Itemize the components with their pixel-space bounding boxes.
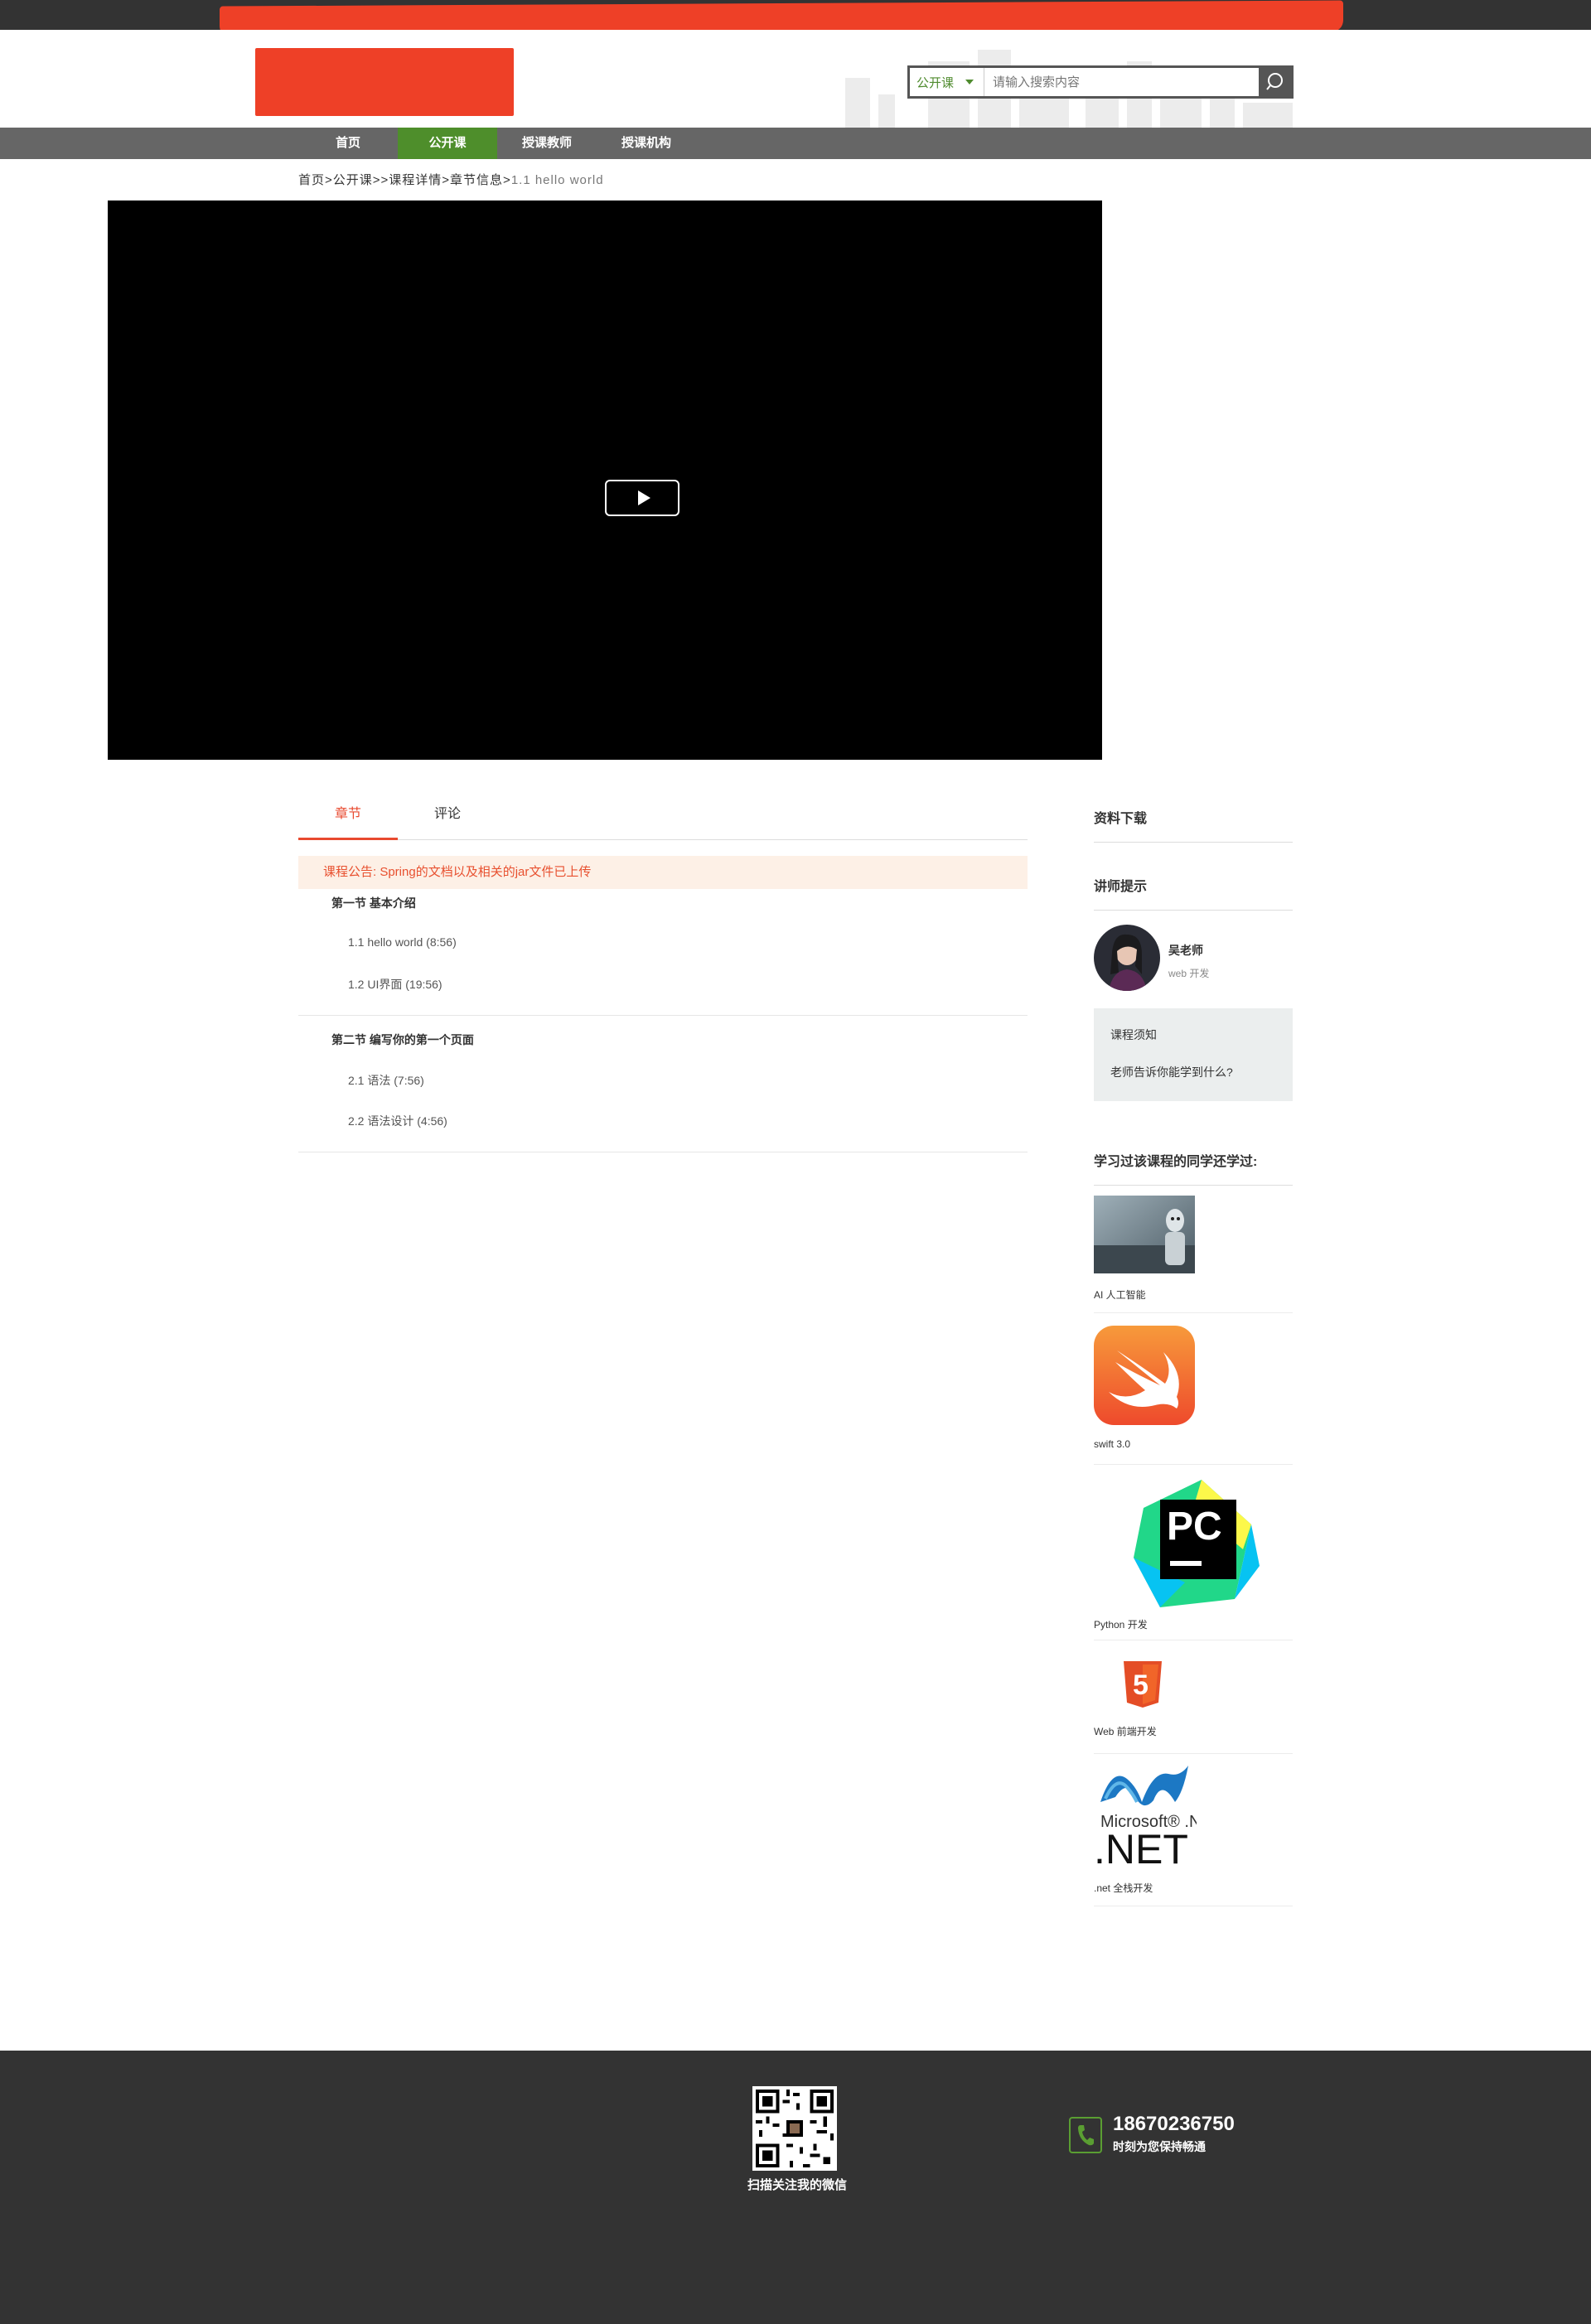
teacher-role: web 开发	[1168, 968, 1210, 979]
course-tips-box: 课程须知 老师告诉你能学到什么?	[1094, 1008, 1293, 1101]
robot-image	[1094, 1196, 1195, 1273]
contact-phone: 18670236750	[1113, 2113, 1235, 2135]
play-icon	[637, 490, 650, 505]
teacher-avatar[interactable]	[1094, 925, 1160, 991]
related-course-caption: swift 3.0	[1094, 1438, 1131, 1450]
related-course-card[interactable]: AI 人工智能	[1094, 1196, 1293, 1313]
related-course-caption: Web 前端开发	[1094, 1726, 1157, 1737]
tab-comments[interactable]: 评论	[398, 797, 497, 840]
site-header	[0, 30, 1591, 128]
breadcrumb-current: 1.1 hello world	[510, 173, 604, 187]
related-course-caption: Python 开发	[1094, 1619, 1148, 1631]
lesson-link[interactable]: 2.2 语法设计 (4:56)	[348, 1113, 447, 1129]
video-player[interactable]	[108, 201, 1102, 760]
content-tabs: 章节 评论	[298, 797, 1028, 840]
search-button[interactable]	[1259, 65, 1294, 99]
chapter-title: 第二节 编写你的第一个页面	[331, 1033, 474, 1046]
tab-chapters[interactable]: 章节	[298, 797, 398, 840]
lesson-link[interactable]: 2.1 语法 (7:56)	[348, 1072, 424, 1089]
phone-icon	[1069, 2117, 1102, 2153]
site-logo[interactable]	[255, 48, 514, 116]
nav-item-open-course[interactable]: 公开课	[398, 128, 497, 159]
search-category-select[interactable]: 公开课	[910, 68, 984, 96]
contact-phone-note: 时刻为您保持畅通	[1113, 2140, 1206, 2153]
related-course-card[interactable]: Microsoft® .NET .NET .net 全栈开发	[1094, 1762, 1293, 1906]
related-courses-heading: 学习过该课程的同学还学过:	[1094, 1150, 1293, 1186]
teacher-name[interactable]: 吴老师	[1168, 942, 1203, 959]
related-course-caption: .net 全栈开发	[1094, 1882, 1153, 1894]
lesson-link[interactable]: 1.1 hello world (8:56)	[348, 935, 457, 949]
pycharm-logo-text: PC	[1167, 1505, 1222, 1549]
nav-item-teachers[interactable]: 授课教师	[505, 128, 588, 159]
html5-logo-text: 5	[1133, 1669, 1149, 1701]
swift-logo	[1094, 1326, 1195, 1425]
related-course-caption: AI 人工智能	[1094, 1289, 1146, 1301]
breadcrumb-path[interactable]: 首页>公开课>>课程详情>章节信息>	[298, 173, 511, 187]
nav-item-organizations[interactable]: 授课机构	[605, 128, 688, 159]
tips-item: 老师告诉你能学到什么?	[1110, 1065, 1233, 1079]
search-icon	[1266, 73, 1283, 90]
svg-text:.NET: .NET	[1094, 1826, 1188, 1872]
related-course-card[interactable]: 5 Web 前端开发	[1094, 1651, 1293, 1754]
dotnet-logo: Microsoft® .NET .NET	[1094, 1766, 1197, 1872]
downloads-heading[interactable]: 资料下载	[1094, 807, 1293, 843]
chapter-title: 第一节 基本介绍	[331, 896, 416, 910]
course-notice: 课程公告: Spring的文档以及相关的jar文件已上传	[298, 856, 1028, 889]
wechat-qr-code	[752, 2086, 837, 2171]
main-nav: 首页 公开课 授课教师 授课机构	[0, 128, 1591, 159]
lesson-link[interactable]: 1.2 UI界面 (19:56)	[348, 976, 442, 993]
html5-logo: 5	[1124, 1661, 1162, 1708]
related-course-card[interactable]: PC Python 开发	[1094, 1475, 1293, 1640]
tips-item: 课程须知	[1110, 1028, 1157, 1041]
breadcrumb: 首页>公开课>>课程详情>章节信息>1.1 hello world	[298, 171, 604, 188]
pycharm-logo: PC	[1134, 1480, 1260, 1607]
teacher-tips-heading: 讲师提示	[1094, 875, 1293, 911]
nav-item-home[interactable]: 首页	[308, 128, 388, 159]
chapter-divider	[298, 1015, 1028, 1016]
search-input[interactable]	[984, 68, 1291, 96]
play-button[interactable]	[605, 480, 679, 516]
search-bar: 公开课	[907, 65, 1294, 99]
qr-caption: 扫描关注我的微信	[747, 2178, 848, 2192]
chevron-down-icon	[965, 80, 974, 85]
related-course-card[interactable]: swift 3.0	[1094, 1326, 1293, 1465]
search-category-label: 公开课	[916, 75, 955, 90]
